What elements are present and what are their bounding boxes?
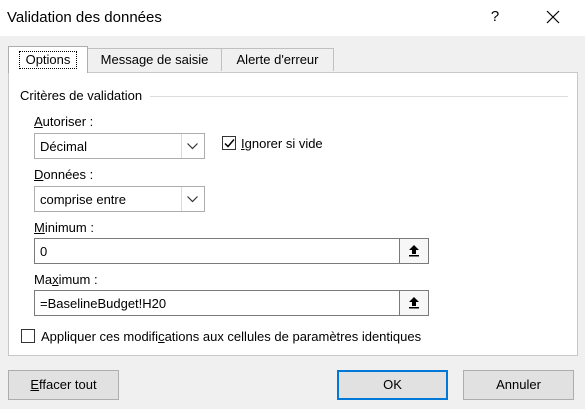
- maximum-input[interactable]: =BaselineBudget!H20: [34, 290, 429, 316]
- title-bar: Validation des données ?: [0, 0, 585, 36]
- maximum-collapse-button[interactable]: [399, 291, 428, 315]
- allow-value: Décimal: [40, 139, 87, 154]
- data-select[interactable]: comprise entre: [34, 186, 205, 212]
- close-icon: [546, 10, 560, 24]
- collapse-dialog-icon: [409, 245, 419, 257]
- dialog-title: Validation des données: [7, 9, 162, 26]
- chevron-down-icon: [187, 196, 198, 203]
- minimum-input[interactable]: 0: [34, 238, 429, 264]
- chevron-down-icon: [187, 143, 198, 150]
- maximum-label: Maximum :: [34, 272, 98, 287]
- cancel-button[interactable]: Annuler: [463, 370, 574, 400]
- tab-options[interactable]: Options: [8, 46, 88, 73]
- clear-all-button[interactable]: Effacer tout: [8, 370, 119, 400]
- criteria-group-label: Critères de validation: [20, 88, 143, 103]
- tab-error-alert[interactable]: Alerte d'erreur: [221, 48, 334, 71]
- apply-all-checkbox[interactable]: [21, 329, 35, 343]
- data-dropdown-button[interactable]: [181, 187, 204, 211]
- allow-select[interactable]: Décimal: [34, 133, 205, 159]
- apply-all-label[interactable]: Appliquer ces modifications aux cellules…: [41, 329, 421, 344]
- help-button[interactable]: ?: [482, 5, 508, 29]
- close-button[interactable]: [539, 5, 567, 29]
- minimum-label: Minimum :: [34, 220, 94, 235]
- collapse-dialog-icon: [409, 297, 419, 309]
- help-icon: ?: [490, 8, 500, 25]
- ok-button[interactable]: OK: [337, 370, 448, 400]
- allow-label: Autoriser :: [34, 114, 94, 129]
- data-label: Données :: [34, 167, 94, 182]
- data-value: comprise entre: [40, 192, 126, 207]
- checkmark-icon: [224, 139, 235, 148]
- ignore-blank-checkbox[interactable]: [222, 136, 236, 150]
- ignore-blank-label[interactable]: Ignorer si vide: [241, 136, 323, 151]
- group-divider: [150, 96, 568, 97]
- minimum-value: 0: [40, 244, 48, 259]
- allow-dropdown-button[interactable]: [181, 134, 204, 158]
- minimum-collapse-button[interactable]: [399, 239, 428, 263]
- tab-input-message[interactable]: Message de saisie: [87, 48, 222, 71]
- maximum-value: =BaselineBudget!H20: [40, 296, 167, 311]
